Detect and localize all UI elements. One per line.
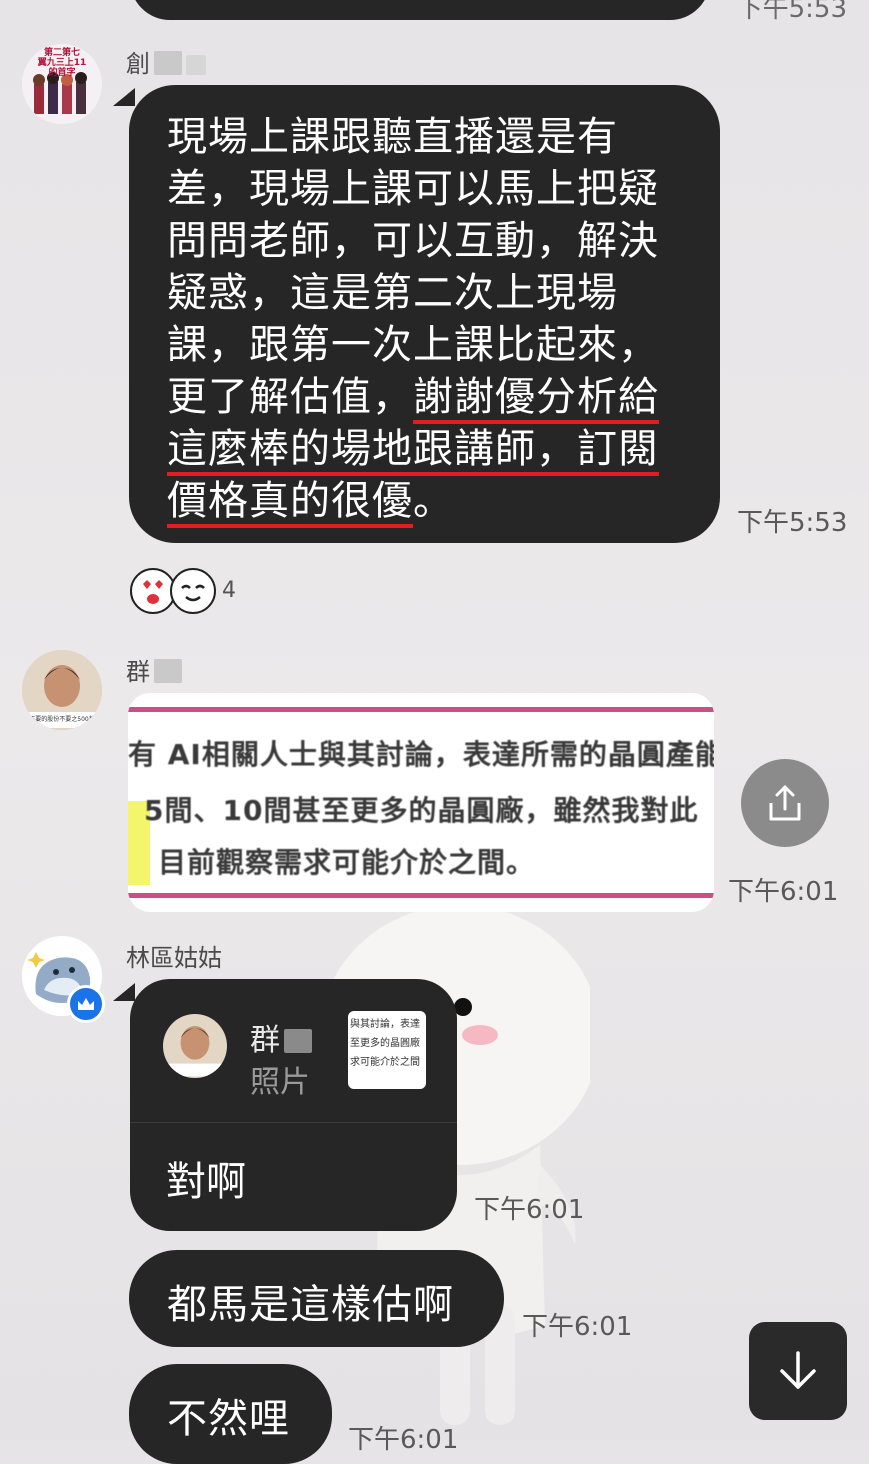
sender-name: 林區姑姑 bbox=[126, 944, 222, 972]
thumbnail-text: 與其討論，表達 bbox=[350, 1019, 420, 1030]
message-line: 價格真的很優。 bbox=[167, 475, 707, 527]
share-button[interactable] bbox=[741, 759, 829, 847]
avatar-caption: 翼九三上11 bbox=[37, 58, 87, 68]
message-text: 都馬是這樣估啊 bbox=[167, 1282, 454, 1328]
message-line: 差，現場上課可以馬上把疑 bbox=[167, 163, 707, 215]
quoted-avatar bbox=[163, 1014, 227, 1078]
underlined-text: 價格真的很優 bbox=[167, 478, 413, 524]
message-line-text: 現場上課跟聽直播還是有 bbox=[167, 114, 618, 160]
message-line: 這麼棒的場地跟講師，訂閱 bbox=[167, 423, 707, 475]
message-time: 下午6:01 bbox=[474, 1195, 585, 1225]
shared-image[interactable]: 有 AI相關人士與其討論，表達所需的晶圓產能 5間、10間甚至更多的晶圓廠，雖然… bbox=[128, 693, 714, 912]
bubble-tail bbox=[113, 88, 135, 106]
message-line-text: 差，現場上課可以馬上把疑 bbox=[167, 166, 659, 212]
underlined-text: 這麼棒的場地跟講師，訂閱 bbox=[167, 426, 659, 472]
quoted-type: 照片 bbox=[250, 1065, 310, 1100]
message-time: 下午5:53 bbox=[737, 508, 848, 538]
message-text: 現場上課跟聽直播還是有 差，現場上課可以馬上把疑 問問老師，可以互動，解決 疑惑，這是… bbox=[167, 111, 707, 527]
redacted-name bbox=[186, 55, 206, 75]
quoted-sender: 群 bbox=[250, 1015, 312, 1059]
message-line: 課，跟第一次上課比起來， bbox=[167, 319, 707, 371]
message-line: 問問老師，可以互動，解決 bbox=[167, 215, 707, 267]
image-text-line: 5間、10間甚至更多的晶圓廠，雖然我對此 bbox=[144, 794, 699, 827]
quoted-message[interactable]: 群 照片 與其討論，表達 至更多的晶圓廠 求可能介於之間 bbox=[130, 979, 457, 1123]
avatar-caption: 第二第七 bbox=[43, 48, 80, 58]
sender-name-text: 群 bbox=[126, 658, 150, 686]
avatar-caption: 不要的股份不要之500萬 bbox=[29, 716, 95, 723]
quoted-thumbnail: 與其討論，表達 至更多的晶圓廠 求可能介於之間 bbox=[348, 1011, 426, 1089]
message-time: 下午6:01 bbox=[728, 877, 839, 907]
scroll-to-bottom-button[interactable] bbox=[749, 1322, 847, 1420]
image-border-line bbox=[128, 707, 714, 712]
reaction-count: 4 bbox=[222, 578, 236, 603]
image-border-line bbox=[128, 893, 714, 898]
thumbnail-text: 求可能介於之間 bbox=[350, 1057, 420, 1068]
message-line-text: 更了解估值， bbox=[167, 374, 413, 420]
message-line-text: 疑惑，這是第二次上現場 bbox=[167, 270, 618, 316]
message-line: 疑惑，這是第二次上現場 bbox=[167, 267, 707, 319]
message-time: 下午6:01 bbox=[522, 1312, 633, 1342]
crown-icon bbox=[78, 998, 94, 1010]
sender-name: 群 bbox=[126, 652, 182, 687]
message-text: 對啊 bbox=[166, 1159, 246, 1205]
thumbnail-text: 至更多的晶圓廠 bbox=[350, 1038, 420, 1049]
avatar[interactable]: 不要的股份不要之500萬 bbox=[22, 650, 102, 730]
message-line-text: 問問老師，可以互動，解決 bbox=[167, 218, 659, 264]
message-line: 更了解估值，謝謝優分析給 bbox=[167, 371, 707, 423]
share-upload-icon bbox=[769, 785, 801, 821]
avatar[interactable]: 第二第七 翼九三上11 的首字 bbox=[22, 44, 102, 124]
message-line-text: 。 bbox=[413, 478, 454, 524]
arrow-down-icon bbox=[780, 1351, 816, 1389]
underlined-text: 謝謝優分析給 bbox=[413, 374, 659, 420]
redacted-name bbox=[284, 1029, 312, 1053]
image-text-line: 有 AI相關人士與其討論，表達所需的晶圓產能 bbox=[128, 738, 714, 771]
previous-message-bubble[interactable] bbox=[130, 0, 710, 20]
redacted-name bbox=[154, 51, 182, 75]
message-time: 下午6:01 bbox=[348, 1425, 459, 1455]
message-line: 現場上課跟聽直播還是有 bbox=[167, 111, 707, 163]
redacted-name bbox=[154, 659, 182, 683]
message-text: 不然哩 bbox=[167, 1396, 290, 1442]
reply-message-bubble[interactable]: 群 照片 與其討論，表達 至更多的晶圓廠 求可能介於之間 對啊 bbox=[130, 979, 457, 1231]
smiling-emoji-icon bbox=[170, 568, 216, 614]
image-text-line: 目前觀察需求可能介於之間。 bbox=[158, 846, 536, 879]
sender-name-text: 創 bbox=[126, 50, 150, 78]
sender-name: 創 bbox=[126, 44, 206, 79]
crown-badge bbox=[67, 985, 105, 1023]
message-line-text: 課，跟第一次上課比起來， bbox=[167, 322, 659, 368]
message-bubble[interactable]: 都馬是這樣估啊 bbox=[129, 1250, 504, 1347]
message-bubble[interactable]: 現場上課跟聽直播還是有 差，現場上課可以馬上把疑 問問老師，可以互動，解決 疑惑，這是… bbox=[129, 85, 720, 543]
previous-message-time: 下午5:53 bbox=[736, 0, 847, 24]
message-bubble[interactable]: 不然哩 bbox=[129, 1364, 332, 1464]
avatar-caption: 的首字 bbox=[48, 68, 76, 78]
